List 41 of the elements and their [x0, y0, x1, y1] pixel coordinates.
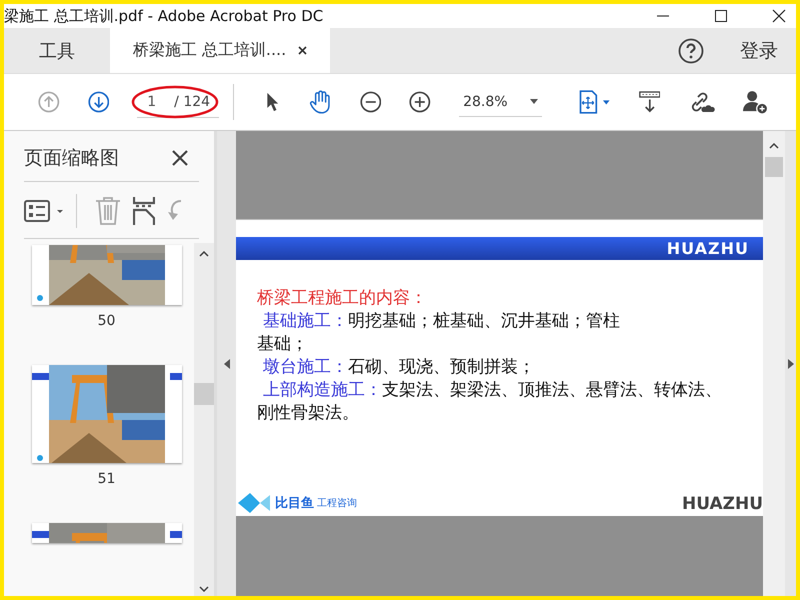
slide-text-line: 墩台施工：石砌、现浇、预制拼装；	[262, 356, 536, 378]
extract-pages-icon[interactable]	[133, 196, 155, 226]
caret-icon[interactable]	[530, 99, 538, 104]
slide-text-line: 基础施工：明挖基础；桩基础、沉井基础；管柱	[262, 310, 621, 332]
page-number: 51	[98, 471, 116, 487]
collapse-arrow-icon[interactable]	[224, 358, 230, 368]
slide-heading: 桥梁工程施工的内容：	[257, 287, 428, 309]
scroll-up-icon[interactable]	[769, 143, 779, 149]
scroll-thumb[interactable]	[194, 383, 214, 405]
zoom-out-icon[interactable]	[360, 89, 382, 115]
panel-title: 页面缩略图	[24, 146, 119, 171]
logo-text: HUAZHU	[666, 239, 749, 258]
brand-name: 比目鱼	[275, 495, 314, 512]
slide-text-line: 刚性骨架法。	[257, 402, 360, 424]
help-icon[interactable]	[678, 38, 704, 64]
scroll-thumb[interactable]	[765, 157, 783, 177]
next-page-icon[interactable]	[88, 89, 110, 115]
scrollbar[interactable]	[194, 243, 214, 596]
tab[interactable]: 桥梁施工 总工培训....	[110, 28, 330, 73]
close-icon[interactable]	[772, 9, 786, 23]
fish-logo-icon	[238, 492, 272, 514]
brand-suffix: 工程咨询	[317, 497, 357, 510]
page-number-field[interactable]: 1	[143, 94, 156, 110]
logo-text: HUAZHU	[682, 494, 763, 514]
window-title: 梁施工 总工培训.pdf - Adobe Acrobat Pro DC	[4, 6, 324, 26]
login-link[interactable]: 登录	[740, 38, 778, 64]
page-number: 50	[98, 313, 116, 329]
scroll-up-icon[interactable]	[199, 251, 209, 257]
fit-page-icon[interactable]	[578, 88, 611, 116]
slide-text-line: 上部构造施工：支架法、架梁法、顶推法、悬臂法、转体法、	[262, 379, 723, 401]
page-total: / 124	[174, 94, 210, 110]
scroll-down-icon[interactable]	[199, 586, 209, 592]
close-icon[interactable]	[172, 150, 188, 166]
zoom-dropdown[interactable]: 28.8%	[459, 88, 542, 116]
close-icon[interactable]	[298, 46, 308, 55]
scrollbar[interactable]	[763, 131, 785, 596]
maximize-icon[interactable]	[714, 9, 728, 23]
options-menu-icon[interactable]	[24, 199, 64, 223]
zoom-in-icon[interactable]	[409, 89, 432, 115]
slide-text-line: 基础；	[257, 333, 309, 355]
expand-arrow-icon[interactable]	[788, 358, 794, 368]
